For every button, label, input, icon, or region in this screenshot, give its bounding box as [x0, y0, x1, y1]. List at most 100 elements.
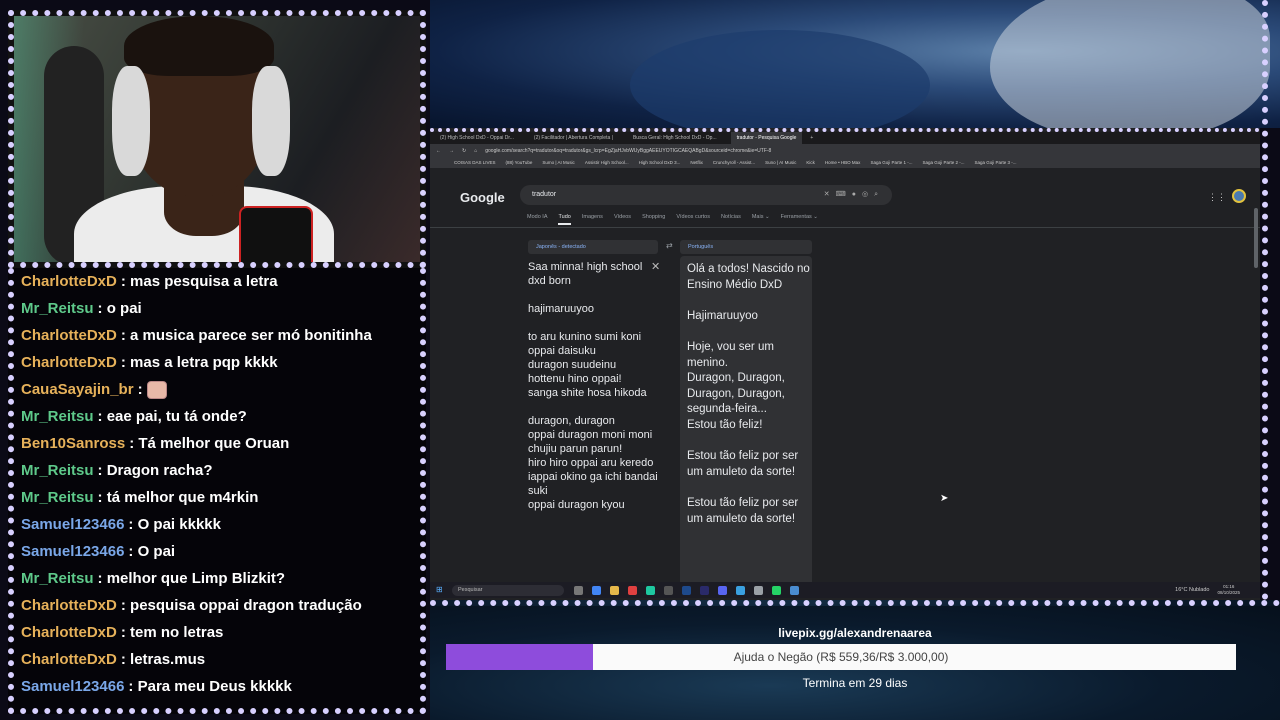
scrollbar[interactable] — [1254, 208, 1258, 268]
chat-panel: CharlotteDxD: mas pesquisa a letra Mr_Rei… — [8, 268, 426, 714]
chat-text: melhor que Limp Blizkit? — [106, 570, 286, 587]
app-icon[interactable] — [736, 585, 745, 595]
bookmark-item[interactable]: Saga Goji Parte 3 -... — [975, 160, 1017, 165]
photoshop-icon[interactable] — [700, 585, 709, 595]
chat-username[interactable]: CauaSayajin_br — [21, 381, 134, 398]
chat-username[interactable]: Ben10Sanross — [21, 435, 125, 452]
cat-emote-icon — [146, 381, 167, 400]
file-explorer-icon[interactable] — [610, 585, 619, 595]
goal-progress-bar: Ajuda o Negão (R$ 559,36/R$ 3.000,00) — [446, 644, 1236, 670]
bookmark-item[interactable]: (88) YouTube — [506, 160, 533, 165]
bookmark-item[interactable]: Assistir High School... — [585, 160, 629, 165]
home-icon[interactable]: ⌂ — [474, 148, 477, 154]
bookmark-item[interactable]: Suno | AI Music — [765, 160, 796, 165]
search-input[interactable]: tradutor ✕⌨●◎⌕ — [520, 185, 892, 205]
whatsapp-icon[interactable] — [772, 585, 781, 595]
chat-username[interactable]: Samuel123466 — [21, 543, 124, 560]
task-view-icon[interactable] — [574, 585, 583, 595]
app-icon[interactable] — [790, 585, 799, 595]
search-nav-tab[interactable]: Mais ⌄ — [752, 214, 770, 225]
search-nav-tab[interactable]: Notícias — [721, 214, 741, 225]
reload-icon[interactable]: ↻ — [462, 148, 466, 154]
mouse-cursor-icon: ➤ — [940, 493, 949, 504]
clear-text-icon[interactable]: ✕ — [651, 260, 660, 273]
chat-username[interactable]: Mr_Reitsu — [21, 462, 94, 479]
app-icon[interactable] — [754, 585, 763, 595]
chat-separator: : — [97, 462, 107, 479]
source-language-select[interactable]: Japonês - detectado — [528, 240, 658, 254]
app-icon[interactable] — [682, 585, 691, 595]
bookmark-item[interactable]: Netflix — [690, 160, 703, 165]
lens-icon[interactable]: ◎ — [862, 191, 874, 198]
chat-separator: : — [97, 408, 107, 425]
brave-icon[interactable] — [628, 585, 637, 595]
target-language-select[interactable]: Português — [680, 240, 812, 254]
bookmark-item[interactable]: Sumo | AI Music — [542, 160, 574, 165]
chat-username[interactable]: Samuel123466 — [21, 516, 124, 533]
search-nav: Modo IA Tudo Imagens Vídeos Shopping Vídeos c… — [527, 214, 818, 225]
clock-date: 08/10/2025 — [1217, 590, 1240, 595]
chat-username[interactable]: Mr_Reitsu — [21, 408, 94, 425]
bookmark-item[interactable]: Saga Goji Parte 2 -... — [922, 160, 964, 165]
mic-icon[interactable]: ● — [852, 191, 862, 198]
bookmark-item[interactable]: Saga Goji Parte 1 -... — [870, 160, 912, 165]
discord-icon[interactable] — [718, 585, 727, 595]
clock[interactable]: 01:16 08/10/2025 — [1217, 584, 1240, 596]
source-text-area[interactable]: Saa minna! high school dxd born hajimaru… — [528, 260, 660, 586]
swap-languages-icon[interactable]: ⇄ — [666, 241, 673, 250]
search-nav-tab[interactable]: Ferramentas ⌄ — [781, 214, 818, 225]
avatar[interactable] — [1232, 189, 1246, 203]
windows-start-icon[interactable]: ⊞ — [436, 586, 444, 594]
chat-text: Para meu Deus kkkkk — [137, 678, 292, 695]
clear-icon[interactable]: ✕ — [824, 191, 836, 198]
keyboard-icon[interactable]: ⌨ — [836, 191, 852, 198]
chat-separator: : — [120, 354, 131, 371]
search-nav-tab[interactable]: Tudo — [558, 214, 571, 225]
new-tab-button[interactable]: + — [810, 135, 813, 141]
url-field[interactable]: google.com/search?q=tradutor&oq=tradutor… — [485, 148, 1260, 154]
google-logo[interactable]: Google — [460, 190, 505, 205]
bookmark-item[interactable]: Crunchyroll - Assist... — [713, 160, 755, 165]
chat-username[interactable]: Samuel123466 — [21, 678, 124, 695]
chat-username[interactable]: CharlotteDxD — [21, 597, 117, 614]
chat-username[interactable]: Mr_Reitsu — [21, 300, 94, 317]
apps-grid-icon[interactable]: ⋮⋮ — [1208, 192, 1226, 203]
chat-username[interactable]: CharlotteDxD — [21, 624, 117, 641]
browser-tab[interactable]: Busca Geral: High School DxD - Op... — [627, 135, 723, 141]
browser-tab[interactable]: (2) High School DxD - Oppai Dr... — [434, 135, 520, 141]
chat-text: tá melhor que m4rkin — [106, 489, 259, 506]
bookmark-item[interactable]: COISAS DAS LIVES — [454, 160, 496, 165]
chat-message: Samuel123466: O pai kkkkk — [14, 511, 420, 538]
chat-separator: : — [120, 327, 131, 344]
chat-message: Mr_Reitsu: o pai — [14, 295, 420, 322]
clock-time: 01:16 — [1223, 584, 1235, 589]
app-icon[interactable] — [664, 585, 673, 595]
search-nav-tab[interactable]: Vídeos — [614, 214, 631, 225]
bookmark-item[interactable]: Kick — [806, 160, 815, 165]
chat-username[interactable]: CharlotteDxD — [21, 651, 117, 668]
browser-tab-active[interactable]: tradutor - Pesquisa Google — [730, 132, 803, 144]
chat-username[interactable]: Mr_Reitsu — [21, 570, 94, 587]
search-icon[interactable]: ⌕ — [874, 191, 884, 198]
forward-icon[interactable]: → — [449, 148, 454, 154]
bookmark-item[interactable]: Home • HBO Max — [825, 160, 861, 165]
bookmark-item[interactable]: High School DxD 3... — [639, 160, 681, 165]
weather-widget[interactable]: 16°C Nublado — [1175, 587, 1209, 593]
chat-message: CharlotteDxD: a musica parece ser mó bon… — [14, 322, 420, 349]
chat-username[interactable]: CharlotteDxD — [21, 273, 117, 290]
chrome-icon[interactable] — [592, 585, 601, 595]
search-nav-tab[interactable]: Modo IA — [527, 214, 547, 225]
search-nav-tab[interactable]: Vídeos curtos — [676, 214, 710, 225]
search-nav-tab[interactable]: Shopping — [642, 214, 665, 225]
chat-separator: : — [97, 489, 107, 506]
chat-username[interactable]: CharlotteDxD — [21, 327, 117, 344]
chat-text: mas a letra pqp kkkk — [130, 354, 278, 371]
back-icon[interactable]: ← — [436, 148, 441, 154]
taskbar-search-input[interactable]: Pesquisar — [452, 584, 564, 596]
search-nav-tab[interactable]: Imagens — [582, 214, 603, 225]
chat-message: Mr_Reitsu: melhor que Limp Blizkit? — [14, 565, 420, 592]
chat-username[interactable]: Mr_Reitsu — [21, 489, 94, 506]
app-icon[interactable] — [646, 585, 655, 595]
browser-tab[interactable]: (2) Facilitador | Abertura Completa | — [528, 135, 619, 141]
chat-username[interactable]: CharlotteDxD — [21, 354, 117, 371]
